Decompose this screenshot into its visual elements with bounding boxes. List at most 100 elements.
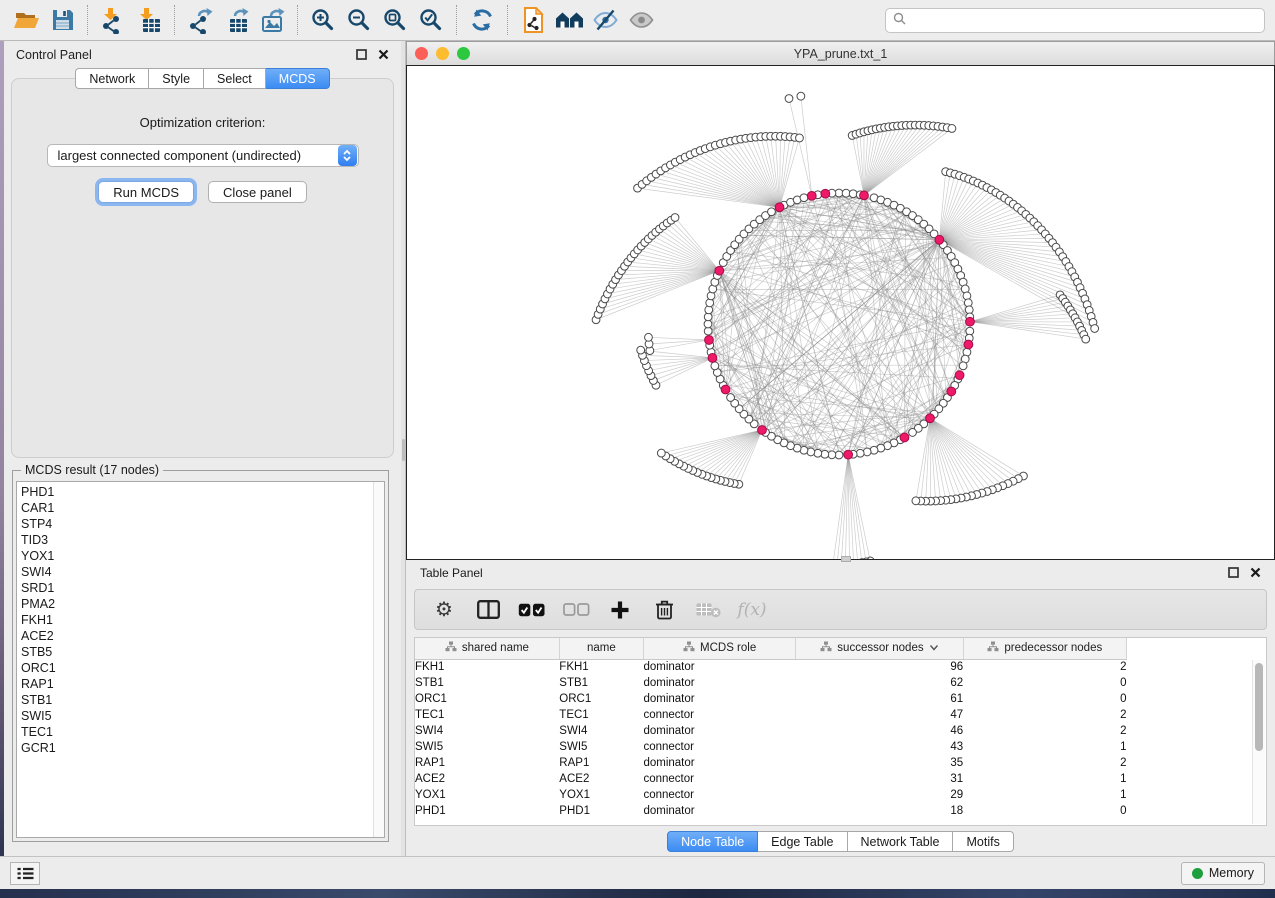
column-layout-button[interactable] (469, 593, 507, 627)
mcds-dominator-node[interactable] (966, 317, 975, 326)
tab-network[interactable]: Network (75, 68, 149, 89)
close-panel-icon[interactable] (378, 49, 389, 60)
mcds-dominator-node[interactable] (807, 191, 816, 200)
mcds-dominator-node[interactable] (964, 340, 973, 349)
mcds-list-scrollbar[interactable] (373, 482, 384, 837)
shared-column-icon (683, 641, 695, 655)
network-file-button[interactable] (515, 3, 551, 37)
zoom-fit-button[interactable] (377, 3, 413, 37)
mcds-dominator-node[interactable] (860, 191, 869, 200)
settings-gear-button[interactable]: ⚙ (425, 593, 463, 627)
table-row[interactable]: ACE2ACE2connector311 (415, 771, 1127, 787)
table-row[interactable]: RAP1RAP1dominator352 (415, 755, 1127, 771)
mcds-dominator-node[interactable] (758, 426, 767, 435)
mcds-dominator-node[interactable] (708, 354, 717, 363)
tab-select[interactable]: Select (204, 68, 266, 89)
search-input[interactable] (911, 13, 1257, 27)
task-history-button[interactable] (10, 862, 40, 885)
export-network-button[interactable] (182, 3, 218, 37)
mcds-result-list[interactable]: PHD1CAR1STP4TID3YOX1SWI4SRD1PMA2FKH1ACE2… (16, 481, 385, 838)
tab-node-table[interactable]: Node Table (667, 831, 758, 852)
import-network-icon (100, 7, 126, 34)
tab-style[interactable]: Style (149, 68, 204, 89)
mcds-result-item[interactable]: SWI5 (21, 708, 373, 724)
mcds-result-item[interactable]: RAP1 (21, 676, 373, 692)
table-row[interactable]: SWI5SWI5connector431 (415, 739, 1127, 755)
tab-motifs[interactable]: Motifs (953, 831, 1013, 852)
column-header-name[interactable]: name (559, 638, 643, 659)
table-row[interactable]: STB1STB1dominator620 (415, 675, 1127, 691)
mcds-dominator-node[interactable] (821, 189, 830, 198)
table-scrollbar[interactable] (1252, 660, 1265, 824)
table-row[interactable]: YOX1YOX1connector291 (415, 787, 1127, 803)
refresh-network-button[interactable] (464, 3, 500, 37)
table-row[interactable]: PHD1PHD1dominator180 (415, 803, 1127, 819)
float-panel-icon[interactable] (356, 49, 367, 60)
mcds-dominator-node[interactable] (775, 203, 784, 212)
export-table-button[interactable] (218, 3, 254, 37)
mcds-result-item[interactable]: STB1 (21, 692, 373, 708)
mcds-dominator-node[interactable] (955, 371, 964, 380)
zoom-in-button[interactable] (305, 3, 341, 37)
mcds-result-item[interactable]: FKH1 (21, 612, 373, 628)
cell-shared-name: YOX1 (415, 787, 559, 803)
select-all-checkboxes-button[interactable] (513, 593, 551, 627)
tab-edge-table[interactable]: Edge Table (758, 831, 847, 852)
close-table-panel-icon[interactable] (1250, 567, 1261, 578)
table-row[interactable]: ORC1ORC1dominator610 (415, 691, 1127, 707)
mcds-dominator-node[interactable] (947, 387, 956, 396)
open-file-button[interactable] (8, 3, 44, 37)
mcds-dominator-node[interactable] (844, 450, 853, 459)
mcds-result-item[interactable]: ORC1 (21, 660, 373, 676)
mcds-result-item[interactable]: STB5 (21, 644, 373, 660)
mcds-result-item[interactable]: SWI4 (21, 564, 373, 580)
mcds-dominator-node[interactable] (705, 336, 714, 345)
column-header-predecessor-nodes[interactable]: predecessor nodes (963, 638, 1126, 659)
add-column-button[interactable] (601, 593, 639, 627)
mcds-result-item[interactable]: PHD1 (21, 484, 373, 500)
hide-selected-button[interactable] (587, 3, 623, 37)
tab-mcds[interactable]: MCDS (266, 68, 330, 89)
delete-column-button[interactable] (645, 593, 683, 627)
mcds-result-item[interactable]: GCR1 (21, 740, 373, 756)
mcds-dominator-node[interactable] (721, 385, 730, 394)
first-neighbors-button[interactable] (551, 3, 587, 37)
network-window-titlebar[interactable]: YPA_prune.txt_1 (406, 41, 1275, 65)
zoom-out-button[interactable] (341, 3, 377, 37)
mcds-result-item[interactable]: TID3 (21, 532, 373, 548)
search-box[interactable] (885, 8, 1265, 33)
mcds-dominator-node[interactable] (715, 266, 724, 275)
run-mcds-button[interactable]: Run MCDS (98, 181, 194, 203)
canvas-table-splitter[interactable] (841, 556, 851, 562)
export-image-button[interactable] (254, 3, 290, 37)
table-row[interactable]: FKH1FKH1dominator962 (415, 659, 1127, 675)
zoom-selected-button[interactable] (413, 3, 449, 37)
optimization-criterion-select[interactable]: largest connected component (undirected) (47, 144, 359, 167)
network-canvas[interactable] (406, 65, 1275, 560)
network-graph[interactable] (407, 66, 1272, 559)
mcds-dominator-node[interactable] (926, 414, 935, 423)
mcds-dominator-node[interactable] (935, 235, 944, 244)
column-header-shared-name[interactable]: shared name (415, 638, 559, 659)
table-row[interactable]: SWI4SWI4dominator462 (415, 723, 1127, 739)
import-network-button[interactable] (95, 3, 131, 37)
column-header-MCDS-role[interactable]: MCDS role (643, 638, 795, 659)
import-table-button[interactable] (131, 3, 167, 37)
show-all-button[interactable] (623, 3, 659, 37)
mcds-result-item[interactable]: PMA2 (21, 596, 373, 612)
table-row[interactable]: TEC1TEC1connector472 (415, 707, 1127, 723)
close-panel-button[interactable]: Close panel (208, 181, 307, 203)
mcds-result-item[interactable]: YOX1 (21, 548, 373, 564)
memory-button[interactable]: Memory (1181, 862, 1265, 885)
float-table-panel-icon[interactable] (1228, 567, 1239, 578)
mcds-dominator-node[interactable] (900, 433, 909, 442)
deselect-all-checkboxes-button[interactable] (557, 593, 595, 627)
mcds-result-item[interactable]: SRD1 (21, 580, 373, 596)
mcds-result-item[interactable]: TEC1 (21, 724, 373, 740)
save-session-button[interactable] (44, 3, 80, 37)
mcds-result-item[interactable]: ACE2 (21, 628, 373, 644)
tab-network-table[interactable]: Network Table (848, 831, 954, 852)
mcds-result-item[interactable]: STP4 (21, 516, 373, 532)
mcds-result-item[interactable]: CAR1 (21, 500, 373, 516)
column-header-successor-nodes[interactable]: successor nodes (796, 638, 963, 659)
